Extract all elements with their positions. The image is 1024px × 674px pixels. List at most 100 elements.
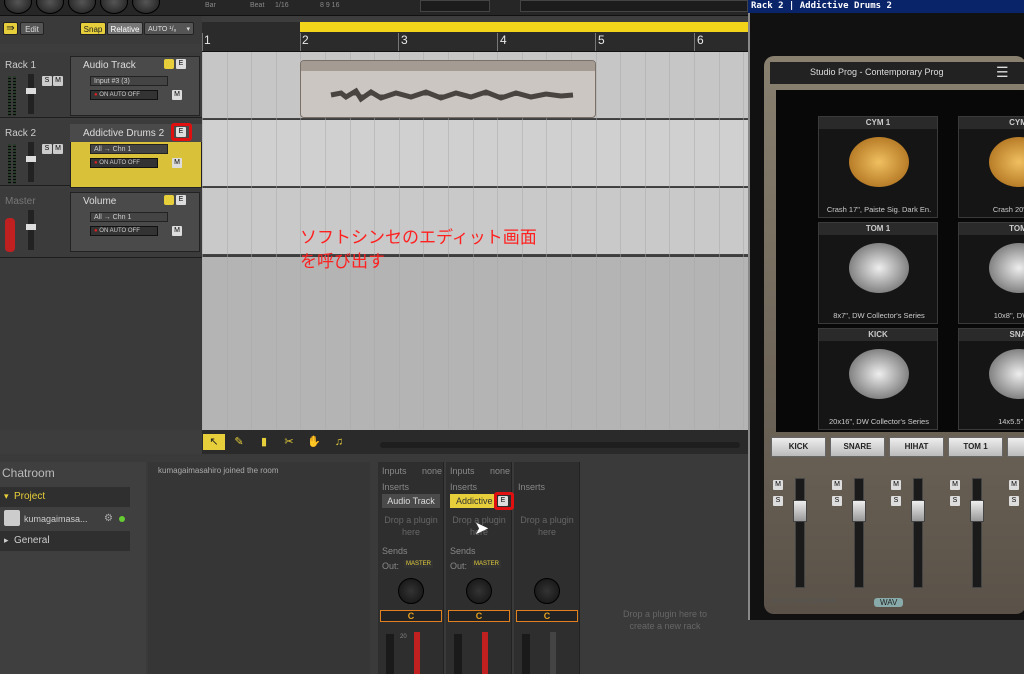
track-name[interactable]: Audio Track xyxy=(83,60,136,71)
mute-button[interactable]: M xyxy=(172,90,182,100)
track-header-drums[interactable]: Rack 2 Addictive Drums 2 E All → Chn 1 ●… xyxy=(0,120,202,188)
record-icon[interactable]: ● xyxy=(94,228,98,234)
mute-button[interactable]: M xyxy=(172,158,182,168)
auto-label[interactable]: AUTO xyxy=(110,228,127,234)
volume-fader[interactable] xyxy=(28,210,34,250)
solo-button[interactable]: S xyxy=(773,496,783,506)
drum-cell[interactable]: KICK 20x16", DW Collector's Series xyxy=(818,328,938,430)
pointer-tool-icon[interactable]: ↖ xyxy=(203,434,225,450)
channel-fader[interactable] xyxy=(795,478,805,588)
volume-fader[interactable] xyxy=(28,74,34,114)
drum-cell[interactable]: CYM Crash 20", Sabi xyxy=(958,116,1024,218)
off-label[interactable]: OFF xyxy=(128,92,140,98)
drum-cell[interactable]: CYM 1 Crash 17", Paiste Sig. Dark En. xyxy=(818,116,938,218)
input-select[interactable]: All → Chn 1 xyxy=(90,212,168,222)
input-select[interactable]: All → Chn 1 xyxy=(90,144,168,154)
mute-button[interactable]: M xyxy=(773,480,783,490)
solo-button[interactable]: S xyxy=(832,496,842,506)
arrow-icon[interactable]: ⇛ xyxy=(3,22,18,35)
pan-knob[interactable] xyxy=(398,578,424,604)
mute-button[interactable]: M xyxy=(832,480,842,490)
e-button[interactable]: E xyxy=(176,59,186,69)
channel-button[interactable]: HIHAT xyxy=(889,437,944,457)
edit-button[interactable]: Edit xyxy=(20,22,44,35)
on-label[interactable]: ON xyxy=(99,228,108,234)
eraser-tool-icon[interactable]: ▮ xyxy=(253,434,275,450)
monitor-icon[interactable] xyxy=(164,195,174,205)
fader-knob[interactable] xyxy=(911,500,925,522)
insert-slot[interactable]: Audio Track xyxy=(382,494,440,508)
fader-knob[interactable] xyxy=(26,156,36,162)
pan-knob[interactable] xyxy=(466,578,492,604)
drum-cell[interactable]: TOM 10x8", DW Coll xyxy=(958,222,1024,324)
fader-knob[interactable] xyxy=(793,500,807,522)
menu-icon[interactable]: ☰ xyxy=(996,64,1009,81)
volume-fader[interactable] xyxy=(522,634,530,674)
scissors-tool-icon[interactable]: ✂ xyxy=(278,434,300,450)
e-button[interactable]: E xyxy=(176,195,186,205)
channel-button[interactable]: TOM 1 xyxy=(948,437,1003,457)
mute-button[interactable]: M xyxy=(1009,480,1019,490)
off-label[interactable]: OFF xyxy=(128,160,140,166)
preset-bar[interactable]: Studio Prog - Contemporary Prog ☰ xyxy=(770,62,1024,84)
volume-fader[interactable] xyxy=(28,142,34,182)
fader-knob[interactable] xyxy=(852,500,866,522)
gear-icon[interactable]: ⚙ xyxy=(104,513,113,524)
track-header-audio[interactable]: Rack 1 Audio Track E Input #3 (3) ● ON A… xyxy=(0,52,202,118)
wav-button[interactable]: WAV xyxy=(874,598,904,607)
channel-fader[interactable] xyxy=(972,478,982,588)
project-group[interactable]: ▾ Project xyxy=(0,487,130,507)
relative-button[interactable]: Relative xyxy=(107,22,143,35)
channel-fader[interactable] xyxy=(854,478,864,588)
mute-small-button[interactable]: M xyxy=(53,76,63,86)
drum-cell[interactable]: SNA 14x5.5", DW xyxy=(958,328,1024,430)
solo-button[interactable]: S xyxy=(1009,496,1019,506)
mute-small-button[interactable]: M xyxy=(53,144,63,154)
solo-button[interactable]: S xyxy=(891,496,901,506)
knob-2[interactable] xyxy=(36,0,64,14)
mute-button[interactable]: M xyxy=(891,480,901,490)
fader-knob[interactable] xyxy=(26,224,36,230)
channel-button[interactable]: KICK xyxy=(771,437,826,457)
track-name[interactable]: Addictive Drums 2 xyxy=(83,128,164,139)
drum-cell[interactable]: TOM 1 8x7", DW Collector's Series xyxy=(818,222,938,324)
quantize-select[interactable]: AUTO ¹/₈ ▾ xyxy=(144,22,194,35)
mute-button[interactable]: M xyxy=(172,226,182,236)
off-label[interactable]: OFF xyxy=(128,228,140,234)
insert-slot-selected[interactable]: Addictive xyxy=(450,494,494,508)
mute-button[interactable]: M xyxy=(950,480,960,490)
lane-empty[interactable] xyxy=(202,257,748,430)
knob-5[interactable] xyxy=(132,0,160,14)
audio-clip[interactable] xyxy=(300,60,596,118)
knob-3[interactable] xyxy=(68,0,96,14)
channel-button[interactable]: SNARE xyxy=(830,437,885,457)
horizontal-scrollbar[interactable] xyxy=(380,442,740,448)
knob-4[interactable] xyxy=(100,0,128,14)
monitor-icon[interactable] xyxy=(164,59,174,69)
fader-knob[interactable] xyxy=(26,88,36,94)
master-output[interactable]: MASTER xyxy=(472,560,502,568)
track-header-master[interactable]: Master Volume E All → Chn 1 ● ON AUTO OF… xyxy=(0,188,202,258)
hand-tool-icon[interactable]: ✋ xyxy=(303,434,325,450)
general-group[interactable]: ▸ General xyxy=(0,531,130,551)
solo-button[interactable]: S xyxy=(42,76,52,86)
knob-1[interactable] xyxy=(4,0,32,14)
master-output[interactable]: MASTER xyxy=(404,560,434,568)
solo-button[interactable]: S xyxy=(950,496,960,506)
pencil-tool-icon[interactable]: ✎ xyxy=(228,434,250,450)
input-select[interactable]: Input #3 (3) xyxy=(90,76,168,86)
on-label[interactable]: ON xyxy=(99,92,108,98)
track-name[interactable]: Volume xyxy=(83,196,116,207)
record-icon[interactable]: ● xyxy=(94,92,98,98)
on-label[interactable]: ON xyxy=(99,160,108,166)
snap-button[interactable]: Snap xyxy=(80,22,106,35)
lane-addictive-drums[interactable] xyxy=(202,120,748,187)
solo-button[interactable]: S xyxy=(42,144,52,154)
fader-knob[interactable] xyxy=(970,500,984,522)
record-icon[interactable]: ● xyxy=(94,160,98,166)
volume-fader[interactable] xyxy=(454,634,462,674)
channel-fader[interactable] xyxy=(913,478,923,588)
pan-knob[interactable] xyxy=(534,578,560,604)
auto-label[interactable]: AUTO xyxy=(110,160,127,166)
channel-button[interactable]: T xyxy=(1007,437,1024,457)
